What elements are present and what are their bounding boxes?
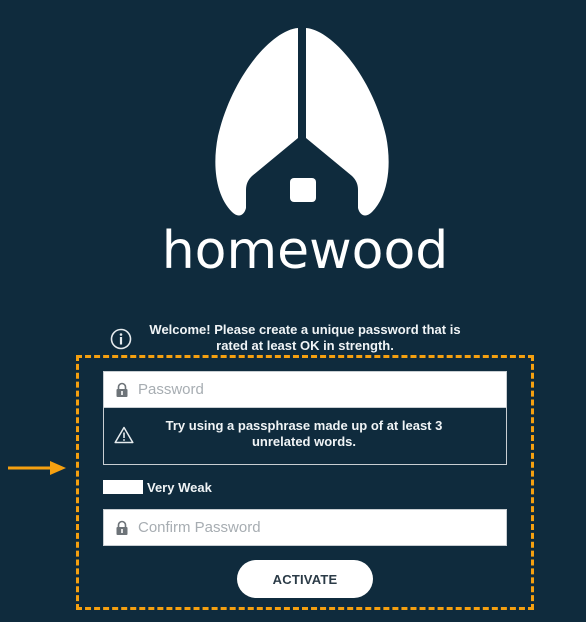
confirm-password-input[interactable]	[138, 519, 498, 536]
password-field[interactable]	[103, 371, 507, 408]
lock-icon	[116, 382, 128, 397]
password-hint-text: Try using a passphrase made up of at lea…	[165, 418, 443, 449]
confirm-password-field[interactable]	[103, 509, 507, 546]
info-icon	[110, 328, 132, 350]
lock-icon	[116, 520, 128, 535]
homewood-logo-icon	[215, 28, 389, 216]
password-hint: Try using a passphrase made up of at lea…	[103, 408, 507, 465]
warning-icon	[114, 426, 134, 444]
password-strength-meter: Very Weak	[103, 479, 212, 495]
welcome-message: Welcome! Please create a unique password…	[106, 322, 486, 358]
welcome-text: Welcome! Please create a unique password…	[149, 322, 461, 353]
brand-wordmark: homewood	[161, 221, 449, 281]
strength-bar-fill	[103, 480, 111, 494]
strength-label: Very Weak	[147, 479, 212, 495]
arrow-right-icon	[8, 461, 66, 475]
password-input[interactable]	[138, 381, 498, 398]
strength-bar	[103, 480, 143, 494]
activate-button[interactable]: ACTIVATE	[237, 560, 373, 598]
